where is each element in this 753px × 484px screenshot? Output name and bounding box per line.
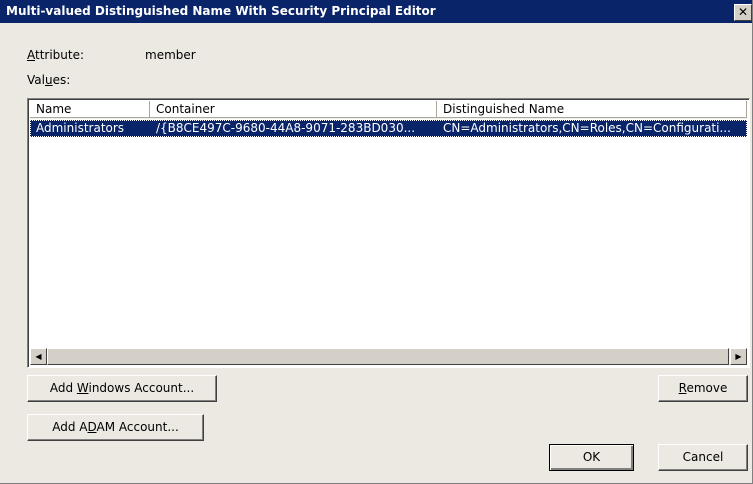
table-row[interactable]: Administrators /{B8CE497C-9680-44A8-9071… <box>30 120 747 137</box>
column-header-container[interactable]: Container <box>150 101 437 118</box>
scroll-thumb[interactable] <box>47 348 729 365</box>
values-list[interactable]: Name Container Distinguished Name Admini… <box>27 98 750 368</box>
title-bar[interactable]: Multi-valued Distinguished Name With Sec… <box>0 0 752 23</box>
column-header-distinguished-name[interactable]: Distinguished Name <box>437 101 747 118</box>
values-label: Values: <box>27 73 71 87</box>
cancel-button[interactable]: Cancel <box>658 444 748 471</box>
attribute-value: member <box>145 48 196 62</box>
row-dn-cell: CN=Administrators,CN=Roles,CN=Configurat… <box>443 121 731 135</box>
window-title: Multi-valued Distinguished Name With Sec… <box>6 4 436 18</box>
close-button[interactable]: ✕ <box>734 4 752 21</box>
column-header-name[interactable]: Name <box>30 101 150 118</box>
remove-button[interactable]: Remove <box>658 375 748 402</box>
add-windows-account-button[interactable]: Add Windows Account... <box>27 375 217 402</box>
row-name-cell: Administrators <box>36 121 125 135</box>
attribute-label: Attribute: <box>27 48 85 62</box>
list-header: Name Container Distinguished Name <box>30 101 747 119</box>
ok-button[interactable]: OK <box>549 444 634 471</box>
arrow-right-icon: ▶ <box>735 352 742 361</box>
close-icon: ✕ <box>737 5 749 19</box>
row-container-cell: /{B8CE497C-9680-44A8-9071-283BD030... <box>156 121 416 135</box>
arrow-left-icon: ◀ <box>35 352 42 361</box>
add-adam-account-button[interactable]: Add ADAM Account... <box>27 414 204 441</box>
scroll-right-button[interactable]: ▶ <box>730 348 747 365</box>
horizontal-scrollbar[interactable]: ◀ ▶ <box>30 348 747 365</box>
editor-dialog: Multi-valued Distinguished Name With Sec… <box>0 0 753 484</box>
scroll-left-button[interactable]: ◀ <box>30 348 47 365</box>
